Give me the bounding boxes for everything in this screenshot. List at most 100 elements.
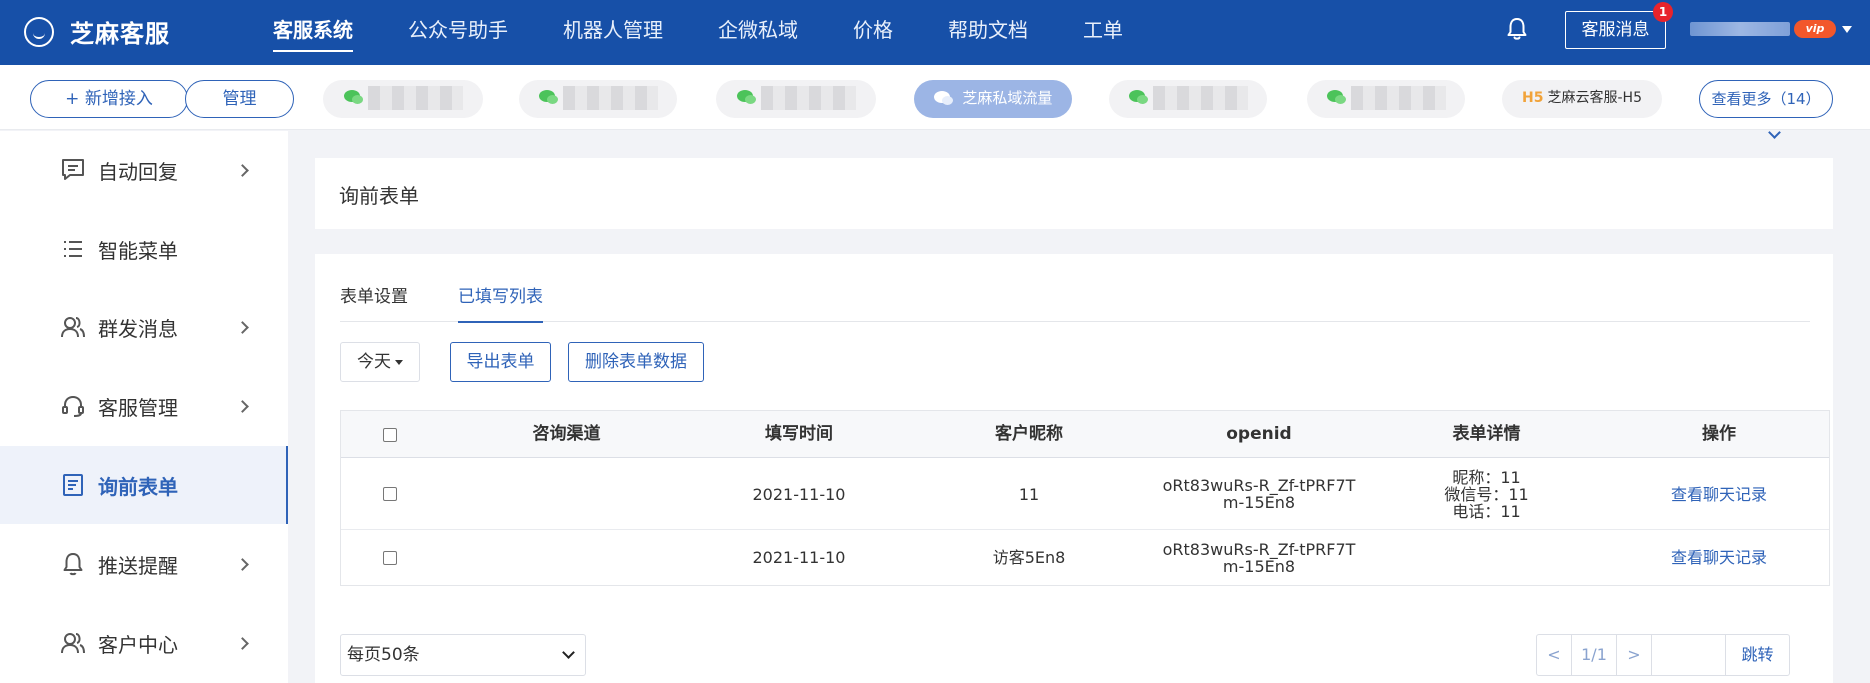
sidebar-item-label: 群发消息 xyxy=(98,316,178,341)
row-select-cell xyxy=(341,530,439,585)
sidebar-item-customer-center[interactable]: 客户中心 xyxy=(0,604,288,682)
wechat-icon xyxy=(1326,90,1346,104)
chevron-down-icon xyxy=(562,646,575,659)
wechat-icon xyxy=(343,90,363,104)
nav-item-service-system[interactable]: 客服系统 xyxy=(273,0,353,65)
page-indicator: 1/1 xyxy=(1572,635,1617,675)
row-checkbox[interactable] xyxy=(383,487,397,501)
jump-page-input[interactable] xyxy=(1652,635,1726,675)
row-checkbox[interactable] xyxy=(383,550,397,565)
tab-filled-list[interactable]: 已填写列表 xyxy=(458,282,543,323)
channel-tab-h5[interactable]: H5 芝麻云客服-H5 xyxy=(1502,80,1662,118)
bell-icon xyxy=(63,553,83,576)
active-channel-label: 芝麻私域流量 xyxy=(962,89,1053,107)
sidebar-item-agent-management[interactable]: 客服管理 xyxy=(0,367,288,445)
username-blurred xyxy=(1690,22,1790,36)
wechat-icon xyxy=(1128,90,1148,104)
export-form-button[interactable]: 导出表单 xyxy=(450,342,551,382)
openid-line-1: oRt83wuRs-R_Zf-tPRF7T xyxy=(1162,539,1356,559)
cell-channel xyxy=(439,530,694,585)
channel-bar: + 新增接入 管理 芝麻私域流量 H5 芝麻云客服-H5 查看更多（14） xyxy=(0,65,1870,139)
channel-tab-2[interactable] xyxy=(519,80,677,118)
view-more-channels-button[interactable]: 查看更多（14） xyxy=(1699,80,1833,139)
channel-tab-5[interactable] xyxy=(1109,80,1267,118)
channel-tab-1[interactable] xyxy=(323,80,483,118)
jump-button[interactable]: 跳转 xyxy=(1726,635,1789,675)
logo-text: 芝麻客服 xyxy=(70,20,170,48)
view-chat-history-link[interactable]: 查看聊天记录 xyxy=(1609,530,1829,585)
cell-time: 2021-11-10 xyxy=(752,484,846,504)
nav-item-price[interactable]: 价格 xyxy=(853,0,893,65)
vip-badge: vip xyxy=(1794,20,1836,38)
header-openid: openid xyxy=(1226,424,1292,444)
tab-form-settings[interactable]: 表单设置 xyxy=(340,282,408,321)
customer-message-label: 客服消息 xyxy=(1581,20,1650,40)
message-square-icon xyxy=(62,159,84,180)
select-all-checkbox[interactable] xyxy=(383,427,397,442)
logo[interactable]: 芝麻客服 xyxy=(24,14,170,49)
next-page-button[interactable]: > xyxy=(1617,635,1652,675)
nav-item-help[interactable]: 帮助文档 xyxy=(948,0,1028,65)
header-time: 填写时间 xyxy=(765,424,833,444)
header-nickname: 客户昵称 xyxy=(995,424,1063,444)
table-header: 咨询渠道 填写时间 客户昵称 openid 表单详情 操作 xyxy=(341,411,1829,458)
headset-icon xyxy=(62,395,84,417)
nav-item-ticket[interactable]: 工单 xyxy=(1083,0,1123,65)
channel-name-blurred xyxy=(1152,86,1248,110)
sidebar-item-label: 推送提醒 xyxy=(98,553,178,578)
openid-line-2: m-15En8 xyxy=(1222,493,1296,512)
bell-icon[interactable] xyxy=(1506,17,1528,41)
row-select-cell xyxy=(341,458,439,530)
date-filter-label: 今天 xyxy=(357,352,391,372)
table-row: 2021-11-10 访客5En8 oRt83wuRs-R_Zf-tPRF7T … xyxy=(341,530,1829,585)
page-size-select[interactable]: 每页50条 xyxy=(340,634,586,676)
cell-nickname: 11 xyxy=(1018,484,1040,504)
add-channel-button[interactable]: + 新增接入 xyxy=(30,80,188,118)
page-title: 询前表单 xyxy=(339,184,419,208)
sidebar: 自动回复 智能菜单 群发消息 客服管理 询前表单 推送提醒 客户中心 xyxy=(0,131,288,683)
content-panel: 表单设置 已填写列表 今天 导出表单 删除表单数据 咨询渠道 填写时间 客户昵称… xyxy=(315,254,1833,683)
channel-tab-active[interactable]: 芝麻私域流量 xyxy=(914,80,1072,118)
cell-nickname: 访客5En8 xyxy=(992,548,1066,567)
h5-channel-label: 芝麻云客服-H5 xyxy=(1547,90,1642,106)
page-size-label: 每页50条 xyxy=(347,645,420,665)
wechat-icon xyxy=(736,90,756,104)
cell-channel xyxy=(439,458,694,530)
smile-icon xyxy=(24,16,54,47)
delete-form-data-button[interactable]: 删除表单数据 xyxy=(568,342,704,382)
nav-item-robot[interactable]: 机器人管理 xyxy=(563,0,663,65)
prev-page-button[interactable]: < xyxy=(1537,635,1572,675)
user-menu[interactable]: vip xyxy=(1690,20,1852,38)
cell-form-detail xyxy=(1364,530,1609,585)
sidebar-item-label: 客服管理 xyxy=(98,395,178,420)
chevron-right-icon xyxy=(236,636,249,650)
pagination: < 1/1 > 跳转 xyxy=(1536,634,1790,676)
sidebar-item-smart-menu[interactable]: 智能菜单 xyxy=(0,210,288,288)
form-icon xyxy=(63,474,83,496)
nav-item-wecom[interactable]: 企微私域 xyxy=(718,0,798,65)
detail-nickname: 昵称：11 xyxy=(1452,467,1521,487)
manage-button[interactable]: 管理 xyxy=(185,80,294,118)
header-action: 操作 xyxy=(1702,424,1736,444)
chevron-right-icon xyxy=(236,399,249,413)
sidebar-item-auto-reply[interactable]: 自动回复 xyxy=(0,131,288,209)
channel-tab-3[interactable] xyxy=(716,80,876,118)
chevron-right-icon xyxy=(236,320,249,334)
user-icon xyxy=(61,633,85,654)
detail-wechat: 微信号：11 xyxy=(1444,484,1529,504)
sidebar-item-label: 询前表单 xyxy=(98,474,178,499)
table-row: 2021-11-10 11 oRt83wuRs-R_Zf-tPRF7T m-15… xyxy=(341,458,1829,530)
wechat-icon xyxy=(538,90,558,104)
channel-tab-6[interactable] xyxy=(1307,80,1465,118)
cell-openid: oRt83wuRs-R_Zf-tPRF7T m-15En8 xyxy=(1154,530,1364,585)
page-header: 询前表单 xyxy=(315,158,1833,229)
sidebar-item-push-reminder[interactable]: 推送提醒 xyxy=(0,525,288,603)
sidebar-item-pre-chat-form[interactable]: 询前表单 xyxy=(0,446,288,524)
date-filter-dropdown[interactable]: 今天 xyxy=(340,342,420,382)
customer-message-button[interactable]: 客服消息 1 xyxy=(1565,2,1673,49)
message-count-badge: 1 xyxy=(1653,2,1673,22)
view-chat-history-link[interactable]: 查看聊天记录 xyxy=(1609,458,1829,530)
nav-item-official-account[interactable]: 公众号助手 xyxy=(408,0,508,65)
sidebar-item-broadcast[interactable]: 群发消息 xyxy=(0,288,288,366)
view-more-label: 查看更多（14） xyxy=(1711,90,1821,108)
